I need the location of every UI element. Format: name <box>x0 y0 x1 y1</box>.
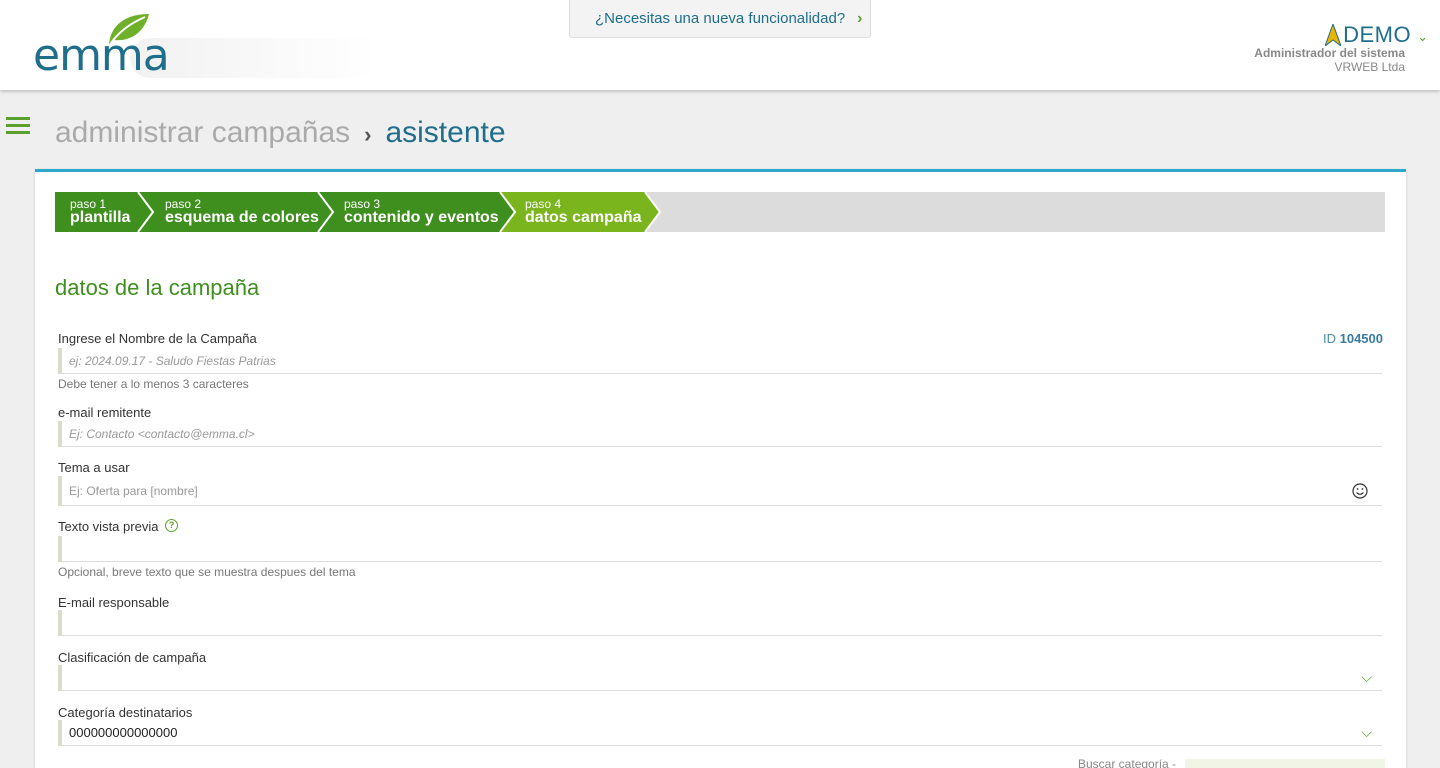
emma-logo[interactable]: emma <box>30 6 380 82</box>
step-label: plantilla <box>70 209 131 226</box>
responsible-email-input[interactable] <box>58 610 1382 636</box>
breadcrumb-current: asistente <box>385 116 506 149</box>
category-label: Categoría destinatarios <box>58 705 193 720</box>
chevron-down-icon: ⌵ <box>1361 669 1372 685</box>
campaign-id: ID 104500 <box>1323 331 1383 346</box>
step-label: datos campaña <box>525 209 642 226</box>
campaign-id-label: ID <box>1322 331 1336 346</box>
step-label: contenido y eventos <box>344 209 499 226</box>
classification-select[interactable]: ⌵ <box>58 665 1382 691</box>
chevron-right-icon: › <box>857 9 863 27</box>
preview-text-help: Opcional, breve texto que se muestra des… <box>58 565 356 579</box>
user-company: VRWEB Ltda <box>1334 60 1405 74</box>
help-icon[interactable]: ? <box>165 519 179 532</box>
top-header: emma ¿Necesitas una nueva funcionalidad?… <box>0 0 1440 90</box>
breadcrumb: administrar campañas › asistente <box>55 116 506 150</box>
responsible-email-label: E-mail responsable <box>58 595 170 610</box>
step-3[interactable]: paso 3 contenido y eventos <box>329 192 499 232</box>
campaign-name-help: Debe tener a lo menos 3 caracteres <box>58 377 249 391</box>
sender-email-input[interactable]: Ej: Contacto <contacto@emma.cl> <box>58 421 1382 447</box>
classification-label: Clasificación de campaña <box>58 650 207 665</box>
search-category-input[interactable] <box>1185 759 1385 768</box>
step-4[interactable]: paso 4 datos campaña <box>510 192 641 232</box>
feature-request-button[interactable]: ¿Necesitas una nueva funcionalidad? › <box>569 0 871 38</box>
menu-toggle-icon[interactable] <box>6 117 30 135</box>
wizard-card: paso 1 plantilla paso 2 esquema de color… <box>35 169 1406 768</box>
preview-text-label: Texto vista previa ? <box>58 519 179 534</box>
subject-input[interactable]: Ej: Oferta para [nombre] <box>58 476 1382 506</box>
category-value: 000000000000000 <box>69 725 178 740</box>
subject-label: Tema a usar <box>58 460 130 475</box>
logo-text: emma <box>33 30 170 81</box>
campaign-name-label: Ingrese el Nombre de la Campaña <box>58 331 257 346</box>
sender-email-label: e-mail remitente <box>58 405 152 420</box>
user-menu[interactable]: DEMO ⌄ Administrador del sistema VRWEB L… <box>1254 22 1428 74</box>
step-label: esquema de colores <box>165 209 319 226</box>
subject-placeholder: Ej: Oferta para [nombre] <box>69 483 198 498</box>
star-trek-badge-icon <box>1325 24 1342 46</box>
breadcrumb-parent-link[interactable]: administrar campañas <box>55 116 350 150</box>
wizard-steps: paso 1 plantilla paso 2 esquema de color… <box>55 192 1385 232</box>
feature-request-label: ¿Necesitas una nueva funcionalidad? <box>595 10 846 27</box>
user-role: Administrador del sistema <box>1254 46 1405 60</box>
campaign-name-input[interactable]: ej: 2024.09.17 - Saludo Fiestas Patrias <box>58 348 1382 374</box>
section-title: datos de la campaña <box>55 275 260 300</box>
preview-text-input[interactable] <box>58 536 1382 562</box>
breadcrumb-separator-icon: › <box>364 122 372 147</box>
step-2[interactable]: paso 2 esquema de colores <box>150 192 319 232</box>
campaign-id-value: 104500 <box>1339 331 1383 346</box>
emoji-picker-icon[interactable] <box>1352 483 1368 499</box>
search-category-label: Buscar categoría - <box>1078 757 1177 768</box>
preview-text-label-text: Texto vista previa <box>58 519 159 534</box>
user-name: DEMO <box>1343 22 1412 47</box>
chevron-down-icon[interactable]: ⌄ <box>1417 29 1428 45</box>
category-select[interactable]: 000000000000000 ⌵ <box>58 720 1382 746</box>
chevron-down-icon: ⌵ <box>1361 724 1372 740</box>
step-1[interactable]: paso 1 plantilla <box>55 192 130 232</box>
